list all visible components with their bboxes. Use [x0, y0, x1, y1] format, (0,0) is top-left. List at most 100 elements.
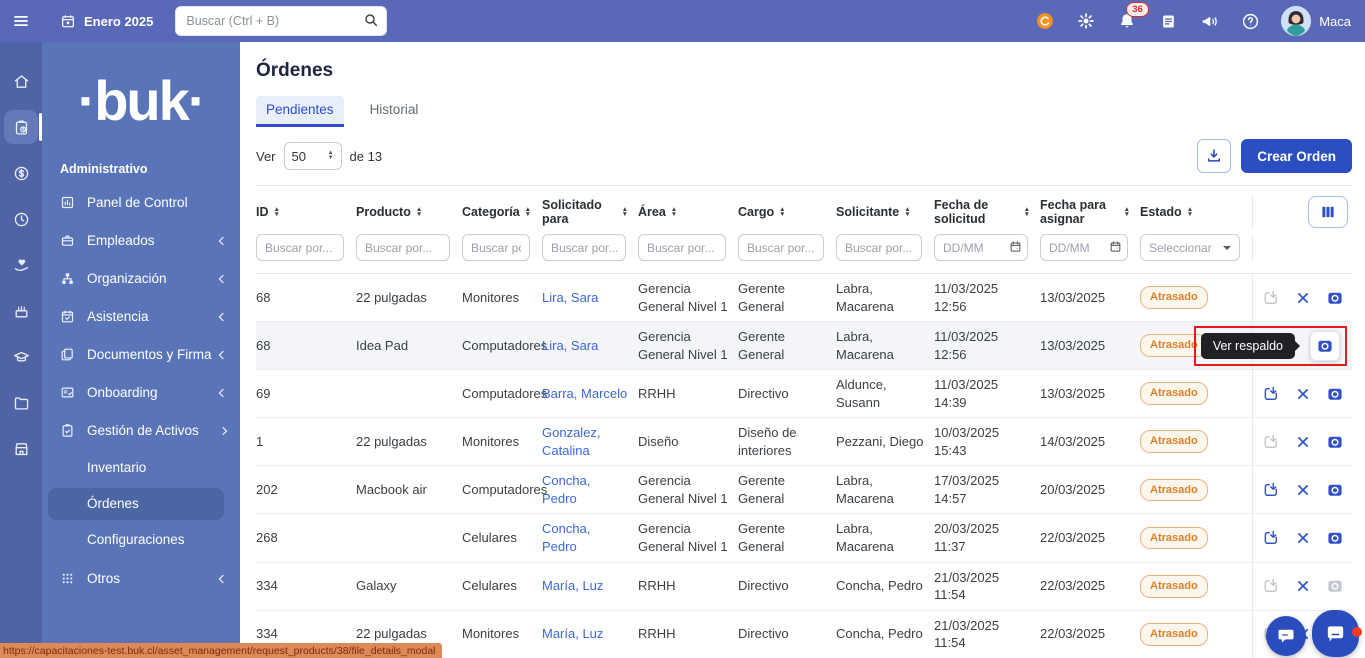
cell-id: 69 [256, 385, 271, 401]
column-header-solicitante[interactable]: Solicitante ▲ ▼ [836, 195, 934, 229]
sidebar-subitem-configuraciones[interactable]: Configuraciones [48, 524, 224, 556]
sort-icon[interactable]: ▲ ▼ [904, 206, 910, 218]
tab-historial[interactable]: Historial [360, 96, 429, 127]
sidebar-subitem-inventario[interactable]: Inventario [48, 452, 224, 484]
sidebar-item-empleados[interactable]: Empleados [42, 222, 240, 260]
download-button[interactable] [1197, 139, 1232, 173]
cancel-order-icon[interactable] [1294, 577, 1312, 595]
notifications-bell-icon[interactable]: 36 [1117, 2, 1149, 31]
filter-select-estado[interactable]: Seleccionar [1140, 234, 1240, 261]
filter-text-input-solicitante[interactable] [836, 234, 922, 261]
employee-link[interactable]: María, Luz [542, 578, 603, 593]
view-backup-icon[interactable] [1326, 481, 1344, 499]
employee-link[interactable]: Lira, Sara [542, 338, 598, 353]
sort-icon[interactable]: ▲ ▼ [1187, 206, 1193, 218]
filter-text-input-producto[interactable] [356, 234, 450, 261]
sort-icon[interactable]: ▲ ▼ [1024, 206, 1030, 218]
documents-icon[interactable] [4, 386, 38, 420]
employee-link[interactable]: Barra, Marcelo [542, 386, 627, 401]
home-icon[interactable] [4, 64, 38, 98]
create-order-button[interactable]: Crear Orden [1241, 139, 1352, 173]
sidebar-item-asistencia[interactable]: Asistencia [42, 298, 240, 336]
cancel-order-icon[interactable] [1294, 481, 1312, 499]
cell-categoria: Computadores [462, 385, 548, 401]
sidebar-subitem-ordenes[interactable]: Órdenes [48, 487, 224, 520]
cancel-order-icon[interactable] [1294, 385, 1312, 403]
view-backup-icon[interactable] [1326, 529, 1344, 547]
search-input[interactable] [175, 6, 388, 36]
column-header-fecha_solicitud[interactable]: Fecha de solicitud ▲ ▼ [934, 195, 1040, 229]
filter-text-input-area[interactable] [638, 234, 726, 261]
sidebar-item-otros[interactable]: Otros [42, 560, 240, 598]
assign-order-icon[interactable] [1262, 529, 1280, 547]
filter-text-input-cargo[interactable] [738, 234, 824, 261]
sidebar-item-paneldecontrol[interactable]: Panel de Control [42, 184, 240, 222]
column-header-id[interactable]: ID ▲ ▼ [256, 195, 356, 229]
sidebar-item-gestiondeactivos[interactable]: Gestión de Activos [42, 412, 240, 450]
filter-date-input-fecha_solicitud[interactable] [934, 234, 1028, 261]
column-header-categoria[interactable]: Categoría ▲ ▼ [462, 195, 542, 229]
employees-icon [60, 233, 75, 248]
sidebar-item-onboarding[interactable]: Onboarding [42, 374, 240, 412]
sidebar-item-documentosyfirma[interactable]: Documentos y Firma [42, 336, 240, 374]
employee-link[interactable]: Gonzalez, Catalina [542, 425, 601, 458]
employee-link[interactable]: María, Luz [542, 626, 603, 641]
support-chat-button[interactable] [1312, 610, 1362, 657]
sidebar-item-label: Onboarding [87, 385, 158, 401]
benefits-icon[interactable] [4, 248, 38, 282]
view-backup-button[interactable] [1310, 330, 1340, 361]
training-icon[interactable] [4, 340, 38, 374]
tooltip-arrow [1295, 340, 1305, 351]
view-backup-icon[interactable] [1326, 385, 1344, 403]
column-picker-button[interactable] [1308, 196, 1348, 228]
employee-link[interactable]: Concha, Pedro [542, 521, 590, 554]
column-header-area[interactable]: Área ▲ ▼ [638, 195, 738, 229]
cancel-order-icon[interactable] [1294, 289, 1312, 307]
news-document-icon[interactable] [1158, 11, 1178, 31]
settings-gear-icon[interactable] [1076, 11, 1096, 31]
feedback-chat-button[interactable] [1266, 616, 1306, 656]
payroll-icon[interactable] [4, 156, 38, 190]
filter-date-input-fecha_asignar[interactable] [1040, 234, 1128, 261]
search-icon[interactable] [363, 12, 379, 33]
user-menu[interactable]: Maca [1281, 6, 1351, 36]
assign-order-icon[interactable] [1262, 385, 1280, 403]
filter-text-input-categoria[interactable] [462, 234, 530, 261]
column-header-fecha_asignar[interactable]: Fecha para asignar ▲ ▼ [1040, 195, 1140, 229]
column-header-solicitado_para[interactable]: Solicitado para ▲ ▼ [542, 195, 638, 229]
time-icon[interactable] [4, 202, 38, 236]
employee-link[interactable]: Concha, Pedro [542, 473, 590, 506]
attendance-icon [60, 309, 75, 324]
employee-link[interactable]: Lira, Sara [542, 290, 598, 305]
orange-app-icon[interactable] [1035, 11, 1055, 31]
celebrations-icon[interactable] [4, 294, 38, 328]
cancel-order-icon[interactable] [1294, 529, 1312, 547]
sidebar-item-label: Empleados [87, 233, 155, 249]
sort-icon[interactable]: ▲ ▼ [779, 206, 785, 218]
sort-icon[interactable]: ▲ ▼ [525, 206, 531, 218]
filter-text-input-id[interactable] [256, 234, 344, 261]
period-selector[interactable]: Enero 2025 [60, 13, 153, 29]
filter-text-input-solicitado_para[interactable] [542, 234, 626, 261]
marketplace-icon[interactable] [4, 432, 38, 466]
asset-orders-icon[interactable] [4, 110, 42, 144]
page-size-select[interactable]: 50 ▲ ▼ [283, 142, 342, 170]
cell-solicitante: Labra, Macarena [836, 329, 894, 362]
column-header-estado[interactable]: Estado ▲ ▼ [1140, 195, 1252, 229]
sort-icon[interactable]: ▲ ▼ [671, 206, 677, 218]
cancel-order-icon[interactable] [1294, 433, 1312, 451]
view-backup-icon[interactable] [1326, 433, 1344, 451]
view-backup-icon[interactable] [1326, 289, 1344, 307]
tab-pendientes[interactable]: Pendientes [256, 96, 344, 127]
sort-icon[interactable]: ▲ ▼ [416, 206, 422, 218]
sidebar-item-organizacion[interactable]: Organización [42, 260, 240, 298]
help-icon[interactable] [1240, 11, 1260, 31]
announcements-megaphone-icon[interactable] [1199, 11, 1219, 31]
sort-icon[interactable]: ▲ ▼ [1124, 206, 1130, 218]
assign-order-icon[interactable] [1262, 481, 1280, 499]
sort-icon[interactable]: ▲ ▼ [274, 206, 280, 218]
column-header-producto[interactable]: Producto ▲ ▼ [356, 195, 462, 229]
menu-toggle-icon[interactable] [0, 12, 42, 30]
column-header-cargo[interactable]: Cargo ▲ ▼ [738, 195, 836, 229]
sort-icon[interactable]: ▲ ▼ [622, 206, 628, 218]
